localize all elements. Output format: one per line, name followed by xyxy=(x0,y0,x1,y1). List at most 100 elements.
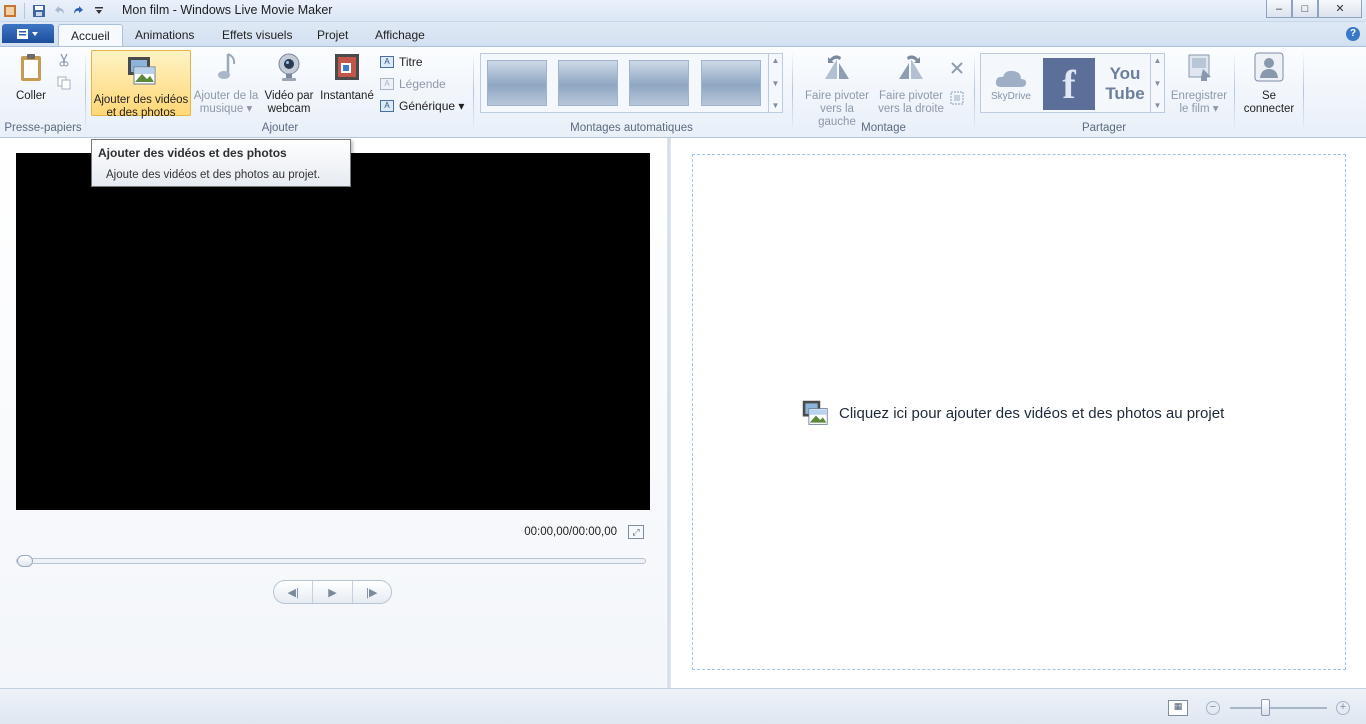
close-button[interactable]: ✕ xyxy=(1318,0,1362,18)
tooltip: Ajouter des vidéos et des photos Ajoute … xyxy=(91,139,351,187)
theme-thumbnail[interactable] xyxy=(487,60,547,106)
facebook-button[interactable]: f xyxy=(1043,58,1095,110)
theme-thumbnail[interactable] xyxy=(701,60,761,106)
title-icon: A xyxy=(380,56,394,68)
zoom-slider-thumb[interactable] xyxy=(1261,699,1271,716)
rotate-left-button[interactable]: Faire pivoter vers la gauche xyxy=(800,51,874,128)
facebook-logo: f xyxy=(1062,61,1076,107)
snapshot-button[interactable]: Instantané xyxy=(318,51,376,117)
preview-pane: 00:00,00/00:00,00 ⤢ ◀| ▶ |▶ xyxy=(0,138,667,688)
chevron-down-icon[interactable] xyxy=(89,1,109,21)
credits-button[interactable]: A Générique ▾ xyxy=(380,97,464,115)
save-movie-button[interactable]: Enregistrer le film ▾ xyxy=(1168,51,1230,117)
seek-thumb[interactable] xyxy=(17,555,33,567)
previous-frame-button[interactable]: ◀| xyxy=(274,581,314,603)
video-preview[interactable] xyxy=(16,153,650,510)
gallery-expand-icon[interactable]: ▼ xyxy=(1154,101,1162,110)
title-button[interactable]: A Titre xyxy=(380,53,423,71)
pane-splitter[interactable] xyxy=(667,138,671,688)
webcam-label-line2: webcam xyxy=(267,103,311,115)
maximize-button[interactable]: □ xyxy=(1292,0,1318,18)
add-media-label-line1: Ajouter des vidéos xyxy=(93,94,189,106)
save-icon[interactable] xyxy=(29,1,49,21)
group-separator xyxy=(974,51,975,133)
snapshot-icon xyxy=(335,54,359,80)
rotate-left-label-line1: Faire pivoter xyxy=(805,90,869,102)
thumbnail-size-icon[interactable]: ▦ xyxy=(1168,700,1188,716)
group-label-editing: Montage xyxy=(861,122,906,134)
caption-button[interactable]: A Légende xyxy=(380,75,446,93)
gallery-scroll[interactable]: ▲ ▼ ▼ xyxy=(768,54,782,112)
help-icon[interactable]: ? xyxy=(1346,27,1360,41)
group-separator xyxy=(85,51,86,133)
theme-thumbnail[interactable] xyxy=(629,60,689,106)
tab-effets-visuels[interactable]: Effets visuels xyxy=(210,24,304,46)
rotate-right-button[interactable]: Faire pivoter vers la droite xyxy=(876,51,946,117)
remove-icon[interactable] xyxy=(950,61,964,75)
youtube-logo-line2: Tube xyxy=(1105,84,1145,103)
fullscreen-icon[interactable]: ⤢ xyxy=(628,525,644,539)
sign-in-label-line1: Se xyxy=(1261,90,1277,102)
group-separator xyxy=(473,51,474,133)
skydrive-button[interactable]: SkyDrive xyxy=(985,58,1037,110)
gallery-expand-icon[interactable]: ▼ xyxy=(772,101,780,110)
minimize-button[interactable]: ‒ xyxy=(1266,0,1292,18)
group-separator xyxy=(1303,51,1304,133)
share-gallery-scroll[interactable]: ▲ ▼ ▼ xyxy=(1150,54,1164,112)
cloud-icon xyxy=(995,70,1027,87)
tab-projet[interactable]: Projet xyxy=(305,24,360,46)
chevron-up-icon[interactable]: ▲ xyxy=(1154,56,1162,65)
next-frame-button[interactable]: |▶ xyxy=(353,581,391,603)
paste-button[interactable]: Coller xyxy=(8,51,54,117)
tab-affichage[interactable]: Affichage xyxy=(363,24,437,46)
caption-label: Légende xyxy=(399,77,446,91)
sign-in-button[interactable]: Se connecter xyxy=(1238,51,1300,117)
zoom-in-button[interactable]: + xyxy=(1336,701,1350,715)
storyboard-pane[interactable]: Cliquez ici pour ajouter des vidéos et d… xyxy=(692,154,1346,670)
skydrive-label: SkyDrive xyxy=(990,90,1031,102)
add-videos-photos-button[interactable]: Ajouter des vidéos et des photos xyxy=(91,50,191,119)
sign-in-label-line2: connecter xyxy=(1243,103,1295,115)
tab-animations[interactable]: Animations xyxy=(123,24,206,46)
credits-icon: A xyxy=(380,100,394,112)
add-media-prompt[interactable]: Cliquez ici pour ajouter des vidéos et d… xyxy=(801,399,1224,427)
tooltip-title: Ajouter des vidéos et des photos xyxy=(98,146,287,160)
add-music-label-line1: Ajouter de la xyxy=(193,90,259,102)
chevron-up-icon[interactable]: ▲ xyxy=(772,56,780,65)
chevron-down-icon[interactable]: ▼ xyxy=(1154,79,1162,88)
rotate-right-label-line2: vers la droite xyxy=(878,103,944,115)
chevron-down-icon[interactable]: ▼ xyxy=(772,79,780,88)
qat-separator xyxy=(24,3,25,19)
add-music-button[interactable]: Ajouter de la musique ▾ xyxy=(192,51,260,117)
application-menu-button[interactable] xyxy=(2,24,54,43)
tooltip-body: Ajoute des vidéos et des photos au proje… xyxy=(106,169,321,181)
redo-icon[interactable] xyxy=(69,1,89,21)
rotate-right-icon xyxy=(899,55,923,79)
clipboard-icon xyxy=(21,54,41,81)
copy-icon[interactable] xyxy=(57,76,71,90)
select-all-icon[interactable] xyxy=(950,91,964,105)
zoom-slider-track[interactable] xyxy=(1230,707,1327,709)
webcam-label-line1: Vidéo par xyxy=(264,90,314,102)
youtube-button[interactable]: You Tube xyxy=(1099,58,1151,110)
webcam-video-button[interactable]: Vidéo par webcam xyxy=(262,51,316,117)
seek-bar[interactable] xyxy=(16,555,646,567)
group-label-clipboard: Presse-papiers xyxy=(4,122,82,134)
app-icon[interactable] xyxy=(0,1,20,21)
add-media-label-line2: et des photos xyxy=(106,107,176,119)
save-movie-label-line2: le film ▾ xyxy=(1179,103,1219,115)
group-separator xyxy=(792,51,793,133)
ribbon: Coller Presse-papiers Ajouter des vidéos… xyxy=(0,46,1366,138)
theme-thumbnail[interactable] xyxy=(558,60,618,106)
webcam-icon xyxy=(278,53,300,81)
undo-icon[interactable] xyxy=(49,1,69,21)
youtube-logo-line1: You xyxy=(1109,64,1141,83)
cut-icon[interactable] xyxy=(57,53,71,67)
zoom-out-button[interactable]: − xyxy=(1206,701,1220,715)
group-label-add: Ajouter xyxy=(261,122,299,134)
quick-access-toolbar xyxy=(0,0,109,22)
play-button[interactable]: ▶ xyxy=(313,581,353,603)
main-area: 00:00,00/00:00,00 ⤢ ◀| ▶ |▶ Cliquez ici … xyxy=(0,138,1366,688)
group-separator xyxy=(1234,51,1235,133)
tab-accueil[interactable]: Accueil xyxy=(58,24,123,46)
